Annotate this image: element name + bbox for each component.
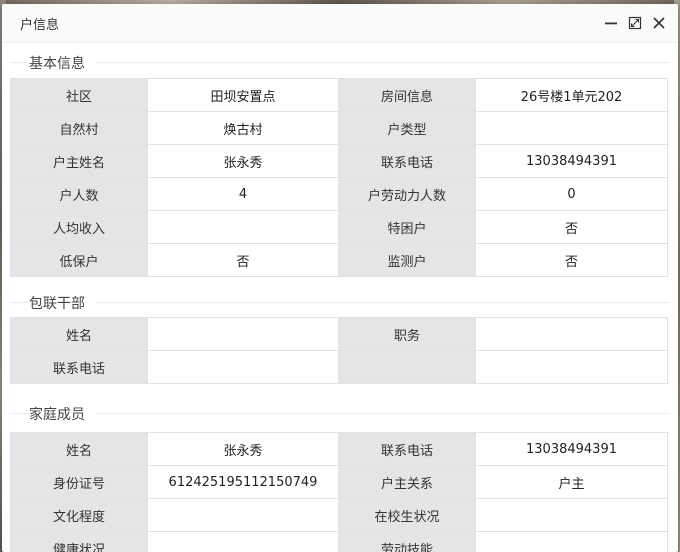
- field-label: 低保户: [10, 243, 148, 277]
- field-label: 职务: [338, 317, 476, 351]
- field-value: [475, 350, 668, 384]
- field-label: 身份证号: [10, 465, 148, 499]
- field-label: 姓名: [10, 317, 148, 351]
- field-label: 人均收入: [10, 210, 148, 244]
- field-value: 否: [147, 243, 339, 277]
- table-row: 身份证号 612425195112150749 户主关系 户主: [10, 465, 668, 499]
- field-label: 户类型: [338, 111, 476, 145]
- section-title-basic: 基本信息: [29, 53, 95, 73]
- field-value: [147, 350, 339, 384]
- field-label: 监测户: [338, 243, 476, 277]
- field-label: 联系电话: [10, 350, 148, 384]
- field-label: 特困户: [338, 210, 476, 244]
- field-value: [475, 498, 668, 532]
- section-divider: [10, 413, 670, 414]
- field-value: 612425195112150749: [147, 465, 339, 499]
- field-value: 13038494391: [475, 144, 668, 178]
- table-row: 姓名 职务: [10, 317, 668, 351]
- field-value: 0: [475, 177, 668, 211]
- section-divider: [10, 62, 670, 63]
- field-value: 否: [475, 243, 668, 277]
- section-divider: [10, 302, 670, 303]
- field-value: [147, 498, 339, 532]
- section-basic-info: 基本信息: [10, 49, 670, 73]
- field-label: 社区: [10, 78, 148, 112]
- table-row: 社区 田坝安置点 房间信息 26号楼1单元202: [10, 78, 668, 112]
- window-controls: [602, 13, 668, 33]
- table-row: 户人数 4 户劳动力人数 0: [10, 177, 668, 211]
- field-value: [147, 317, 339, 351]
- field-label: 劳动技能: [338, 531, 476, 552]
- field-label: 联系电话: [338, 432, 476, 466]
- field-value: 张永秀: [147, 432, 339, 466]
- field-label: 户主关系: [338, 465, 476, 499]
- section-title-family: 家庭成员: [29, 404, 95, 424]
- field-value: [147, 531, 339, 552]
- cadre-info-table: 姓名 职务联系电话: [10, 317, 668, 384]
- field-value: [475, 111, 668, 145]
- field-label: 文化程度: [10, 498, 148, 532]
- table-row: 联系电话: [10, 350, 668, 384]
- field-label: 户劳动力人数: [338, 177, 476, 211]
- field-value: 13038494391: [475, 432, 668, 466]
- dialog-title: 户信息: [20, 18, 60, 33]
- field-value: 张永秀: [147, 144, 339, 178]
- field-value: 否: [475, 210, 668, 244]
- field-value: [475, 531, 668, 552]
- minimize-icon[interactable]: [602, 14, 620, 32]
- dialog-content: 基本信息 社区 田坝安置点 房间信息 26号楼1单元202 自然村 焕古村 户类型 户主姓名张…: [2, 43, 678, 552]
- table-row: 姓名 张永秀 联系电话 13038494391: [10, 432, 668, 466]
- field-value: [475, 317, 668, 351]
- table-row: 低保户否监测户否: [10, 243, 668, 277]
- section-cadre: 包联干部: [10, 289, 670, 313]
- table-row: 健康状况 劳动技能: [10, 531, 668, 552]
- field-value: 田坝安置点: [147, 78, 339, 112]
- section-family: 家庭成员: [10, 400, 670, 424]
- field-label: 姓名: [10, 432, 148, 466]
- field-label: 健康状况: [10, 531, 148, 552]
- field-value: [147, 210, 339, 244]
- household-info-dialog: 户信息 基本信息 社区 田坝安置点 房间信息 26号楼1单元202 自然村 焕古村户: [2, 4, 678, 552]
- field-value: 户主: [475, 465, 668, 499]
- field-label: 联系电话: [338, 144, 476, 178]
- table-row: 文化程度 在校生状况: [10, 498, 668, 532]
- maximize-icon[interactable]: [626, 14, 644, 32]
- field-value: 焕古村: [147, 111, 339, 145]
- field-value: 4: [147, 177, 339, 211]
- field-label: [338, 350, 476, 384]
- field-label: 自然村: [10, 111, 148, 145]
- field-label: 房间信息: [338, 78, 476, 112]
- field-value: 26号楼1单元202: [475, 78, 668, 112]
- field-label: 户人数: [10, 177, 148, 211]
- basic-info-table: 社区 田坝安置点 房间信息 26号楼1单元202 自然村 焕古村 户类型 户主姓名 张永秀 联系电…: [10, 78, 668, 277]
- field-label: 在校生状况: [338, 498, 476, 532]
- table-row: 户主姓名 张永秀 联系电话 13038494391: [10, 144, 668, 178]
- section-title-cadre: 包联干部: [29, 293, 95, 313]
- table-row: 自然村 焕古村 户类型: [10, 111, 668, 145]
- field-label: 户主姓名: [10, 144, 148, 178]
- close-icon[interactable]: [650, 14, 668, 32]
- family-members-table: 姓名 张永秀 联系电话 13038494391 身份证号 6124251951121507…: [10, 432, 668, 552]
- table-row: 人均收入 特困户否: [10, 210, 668, 244]
- dialog-titlebar: 户信息: [2, 4, 678, 43]
